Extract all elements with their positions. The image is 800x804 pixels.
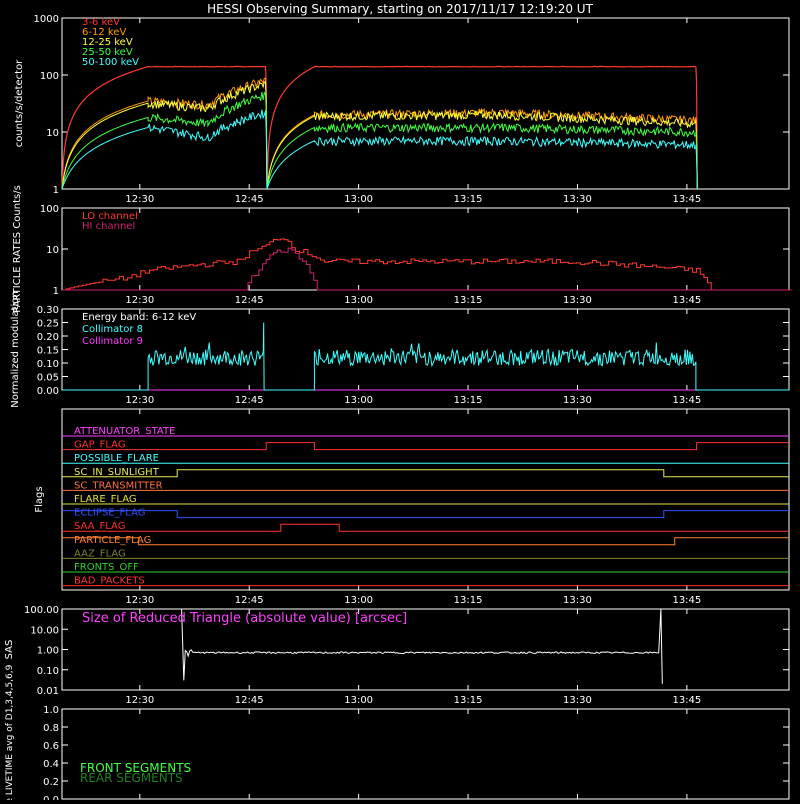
- legend-entry: REAR SEGMENTS: [80, 771, 183, 785]
- x-tick-label: 13:30: [563, 595, 592, 606]
- x-tick-label: 13:30: [563, 194, 592, 205]
- flag-label: FLARE_FLAG: [74, 494, 137, 505]
- x-tick-label: 12:45: [235, 595, 264, 606]
- x-tick-label: 13:15: [454, 194, 483, 205]
- y-axis-label: SAS: [4, 640, 15, 660]
- flag-label: AAZ_FLAG: [74, 548, 126, 559]
- flag-line-eclipse_flag: [62, 510, 789, 519]
- x-tick-label: 12:45: [235, 695, 264, 706]
- y-tick-label: 0.8: [43, 723, 59, 734]
- x-tick-label: 13:15: [454, 695, 483, 706]
- y-tick-label: 0.20: [37, 332, 59, 343]
- flag-label: FRONTS_OFF: [74, 562, 139, 573]
- x-tick-label: 12:30: [125, 295, 154, 306]
- flag-label: PARTICLE_FLAG: [74, 535, 151, 546]
- x-tick-label: 12:30: [125, 395, 154, 406]
- sas-annotation: Size of Reduced Triangle (absolute value…: [82, 611, 407, 626]
- flag-label: POSSIBLE_FLARE: [74, 453, 159, 464]
- x-tick-label: 13:00: [344, 295, 373, 306]
- y-tick-label: 1.0: [43, 705, 59, 716]
- x-tick-label: 13:00: [344, 695, 373, 706]
- y-axis-label: Flags: [34, 486, 45, 512]
- y-tick-label: 0.05: [37, 373, 59, 384]
- y-tick-label: 0.01: [37, 686, 59, 697]
- y-tick-label: 10.00: [30, 625, 59, 636]
- legend-entry: 50-100 keV: [82, 57, 139, 68]
- x-tick-label: 13:45: [672, 695, 701, 706]
- legend-entry: Collimator 8: [82, 324, 143, 335]
- y-tick-label: 1: [53, 185, 59, 196]
- y-tick-label: 10: [46, 128, 59, 139]
- y-tick-label: 0.0: [43, 795, 59, 800]
- series-line-Collimator-8: [62, 322, 789, 391]
- y-tick-label: 100.00: [24, 605, 59, 616]
- y-tick-label: 100: [40, 71, 59, 82]
- y-tick-label: 0.30: [37, 305, 59, 316]
- x-tick-label: 13:30: [563, 295, 592, 306]
- x-tick-label: 13:45: [672, 595, 701, 606]
- y-tick-label: 0.10: [37, 359, 59, 370]
- y-axis-label: counts/s/detector: [14, 59, 25, 147]
- flag-label: ECLIPSE_FLAG: [74, 508, 145, 519]
- y-tick-label: 0.25: [37, 319, 59, 330]
- panel-frame-1: [61, 207, 790, 291]
- flag-label: BAD_PACKETS: [74, 576, 145, 587]
- flag-line-sc_in_sunlight: [62, 469, 789, 478]
- x-tick-label: 13:15: [454, 295, 483, 306]
- x-tick-label: 13:15: [454, 595, 483, 606]
- x-tick-label: 13:00: [344, 595, 373, 606]
- y-tick-label: 100: [40, 204, 59, 215]
- y-tick-label: 0.10: [37, 666, 59, 677]
- y-tick-label: 1.00: [37, 646, 59, 657]
- flag-label: SC_TRANSMITTER: [74, 480, 163, 491]
- x-tick-label: 12:45: [235, 194, 264, 205]
- y-tick-label: 0.6: [43, 741, 59, 752]
- x-tick-label: 13:45: [672, 295, 701, 306]
- y-tick-label: 10: [46, 245, 59, 256]
- y-tick-label: 1000: [34, 14, 59, 25]
- panel-frame-5: [61, 708, 790, 800]
- x-tick-label: 13:15: [454, 395, 483, 406]
- flag-line-gap_flag: [62, 442, 789, 451]
- x-tick-label: 12:30: [125, 695, 154, 706]
- y-axis-label: Mon. Rate LIVETIME avg of D1,3,4,5,6,9: [5, 664, 15, 800]
- page-title: HESSI Observing Summary, starting on 201…: [207, 2, 593, 16]
- y-tick-label: 0.00: [37, 386, 59, 397]
- flag-label: SC_IN_SUNLIGHT: [74, 467, 160, 478]
- series-line-LO-channel: [62, 238, 792, 291]
- x-tick-label: 12:45: [235, 295, 264, 306]
- x-tick-label: 13:30: [563, 395, 592, 406]
- flag-label: SAA_FLAG: [74, 521, 125, 532]
- x-tick-label: 13:30: [563, 695, 592, 706]
- x-tick-label: 12:30: [125, 595, 154, 606]
- series-line-6-12-keV: [61, 77, 698, 190]
- x-tick-label: 12:30: [125, 194, 154, 205]
- y-tick-label: 1: [53, 286, 59, 297]
- y-tick-label: 0.4: [43, 759, 59, 770]
- flag-line-saa_flag: [62, 523, 789, 532]
- flag-line-particle_flag: [62, 537, 789, 546]
- hessi-summary-figure: HESSI Observing Summary, starting on 201…: [0, 0, 800, 804]
- legend-entry: Collimator 9: [82, 336, 143, 347]
- x-tick-label: 12:45: [235, 395, 264, 406]
- x-tick-label: 13:00: [344, 194, 373, 205]
- x-tick-label: 13:00: [344, 395, 373, 406]
- series-line-12-25-keV: [61, 81, 698, 190]
- y-axis-label: Normalized modulation: [10, 291, 21, 408]
- y-tick-label: 0.15: [37, 346, 59, 357]
- x-tick-label: 13:45: [672, 194, 701, 205]
- energy-band-annotation: Energy band: 6-12 keV: [82, 312, 196, 323]
- x-tick-label: 13:45: [672, 395, 701, 406]
- series-line-50-100-keV: [61, 109, 698, 190]
- y-tick-label: 0.2: [43, 777, 59, 788]
- flag-label: GAP_FLAG: [74, 440, 126, 451]
- flag-label: ATTENUATOR_STATE: [74, 426, 175, 437]
- legend-entry: HI channel: [82, 221, 135, 232]
- hessi-summary-plot: HESSI Observing Summary, starting on 201…: [4, 2, 792, 804]
